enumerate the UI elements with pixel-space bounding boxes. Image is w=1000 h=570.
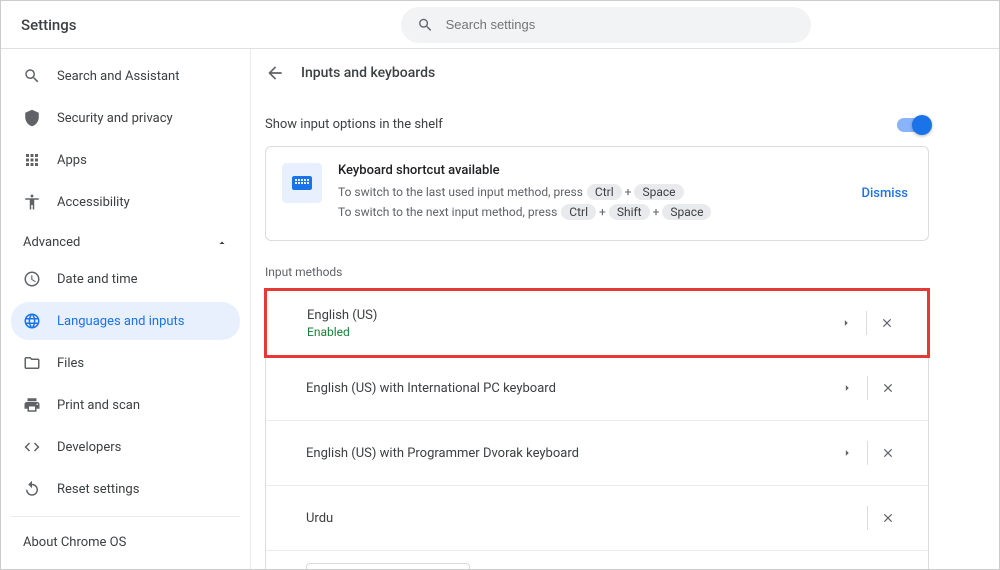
sidebar-item-accessibility[interactable]: Accessibility xyxy=(11,183,240,221)
expand-button[interactable] xyxy=(826,305,866,341)
keyboard-icon xyxy=(290,171,314,195)
sidebar-item-label: Search and Assistant xyxy=(57,69,180,84)
plus-icon: + xyxy=(599,205,606,219)
close-icon xyxy=(881,511,895,525)
sidebar-item-label: Languages and inputs xyxy=(57,314,185,329)
input-method-name: English (US) with Programmer Dvorak keyb… xyxy=(306,446,579,461)
expand-button[interactable] xyxy=(827,370,867,406)
sidebar-section-label: Advanced xyxy=(23,235,80,250)
sidebar-item-languages[interactable]: Languages and inputs xyxy=(11,302,240,340)
sidebar-item-security[interactable]: Security and privacy xyxy=(11,99,240,137)
close-icon xyxy=(880,316,894,330)
chevron-up-icon xyxy=(216,237,228,249)
input-method-item[interactable]: English (US) Enabled xyxy=(264,288,930,358)
magnify-icon xyxy=(23,67,41,85)
main: Inputs and keyboards Show input options … xyxy=(251,49,999,569)
card-line-1: To switch to the last used input method,… xyxy=(338,184,841,200)
dismiss-button[interactable]: Dismiss xyxy=(857,182,912,205)
card-title: Keyboard shortcut available xyxy=(338,163,841,178)
key-chip: Ctrl xyxy=(587,184,622,200)
page-header: Inputs and keyboards xyxy=(265,63,929,83)
sidebar-item-label: Files xyxy=(57,356,84,371)
sidebar-item-label: Date and time xyxy=(57,272,138,287)
setting-label: Show input options in the shelf xyxy=(265,117,443,132)
sidebar-item-developers[interactable]: Developers xyxy=(11,428,240,466)
sidebar-item-print[interactable]: Print and scan xyxy=(11,386,240,424)
expand-button[interactable] xyxy=(827,435,867,471)
apps-icon xyxy=(23,151,41,169)
sidebar-item-about[interactable]: About Chrome OS xyxy=(11,525,240,560)
chevron-right-icon xyxy=(839,316,853,330)
add-input-methods-button[interactable]: Add input methods xyxy=(306,563,470,569)
accessibility-icon xyxy=(23,193,41,211)
sidebar-item-label: Reset settings xyxy=(57,482,139,497)
key-chip: Ctrl xyxy=(561,204,596,220)
sidebar-item-label: Accessibility xyxy=(57,195,130,210)
input-method-item[interactable]: Urdu xyxy=(266,486,928,551)
add-methods-row: Add input methods xyxy=(266,551,928,569)
input-method-name: English (US) with International PC keybo… xyxy=(306,381,556,396)
globe-icon xyxy=(23,312,41,330)
sidebar-section-advanced[interactable]: Advanced xyxy=(11,225,240,260)
sidebar-item-search-assistant[interactable]: Search and Assistant xyxy=(11,57,240,95)
close-icon xyxy=(881,381,895,395)
input-method-item[interactable]: English (US) with International PC keybo… xyxy=(266,356,928,421)
sidebar-item-label: Print and scan xyxy=(57,398,140,413)
sidebar-item-date-time[interactable]: Date and time xyxy=(11,260,240,298)
header: Settings xyxy=(1,1,999,49)
card-line-text: To switch to the next input method, pres… xyxy=(338,205,557,219)
plus-icon: + xyxy=(653,205,660,219)
card-line-text: To switch to the last used input method,… xyxy=(338,185,583,199)
code-icon xyxy=(23,438,41,456)
input-actions xyxy=(827,435,908,471)
shield-icon xyxy=(23,109,41,127)
remove-button[interactable] xyxy=(868,435,908,471)
page-title: Inputs and keyboards xyxy=(301,65,435,81)
key-chip: Space xyxy=(634,184,683,200)
search-icon xyxy=(417,16,434,34)
search-input[interactable] xyxy=(446,17,795,32)
remove-button[interactable] xyxy=(868,370,908,406)
header-title: Settings xyxy=(21,16,401,34)
input-method-status: Enabled xyxy=(307,325,377,339)
input-actions xyxy=(826,305,907,341)
card-icon-wrap xyxy=(282,163,322,203)
print-icon xyxy=(23,396,41,414)
input-actions xyxy=(827,370,908,406)
chevron-right-icon xyxy=(840,446,854,460)
input-method-name: Urdu xyxy=(306,511,333,526)
input-method-name: English (US) xyxy=(307,308,377,323)
keyboard-shortcut-card: Keyboard shortcut available To switch to… xyxy=(265,146,929,241)
card-line-2: To switch to the next input method, pres… xyxy=(338,204,841,220)
sidebar-item-files[interactable]: Files xyxy=(11,344,240,382)
search-box[interactable] xyxy=(401,7,811,43)
input-methods-list: English (US) Enabled English (US) with I… xyxy=(265,289,929,569)
remove-button[interactable] xyxy=(868,500,908,536)
sidebar-item-label: About Chrome OS xyxy=(23,535,126,550)
sidebar: Search and Assistant Security and privac… xyxy=(1,49,251,569)
folder-icon xyxy=(23,354,41,372)
sidebar-item-label: Security and privacy xyxy=(57,111,173,126)
clock-icon xyxy=(23,270,41,288)
input-actions xyxy=(867,500,908,536)
reset-icon xyxy=(23,480,41,498)
sidebar-item-label: Apps xyxy=(57,153,87,168)
sidebar-item-reset[interactable]: Reset settings xyxy=(11,470,240,508)
back-arrow-icon[interactable] xyxy=(265,63,285,83)
card-body: Keyboard shortcut available To switch to… xyxy=(338,163,841,224)
key-chip: Shift xyxy=(609,204,650,220)
sidebar-item-apps[interactable]: Apps xyxy=(11,141,240,179)
toggle-input-options[interactable] xyxy=(897,118,929,132)
chevron-right-icon xyxy=(840,381,854,395)
input-method-item[interactable]: English (US) with Programmer Dvorak keyb… xyxy=(266,421,928,486)
section-title-input-methods: Input methods xyxy=(265,265,929,279)
sidebar-divider xyxy=(11,516,240,517)
setting-row-input-options: Show input options in the shelf xyxy=(265,103,929,146)
remove-button[interactable] xyxy=(867,305,907,341)
plus-icon: + xyxy=(625,185,632,199)
sidebar-item-label: Developers xyxy=(57,440,121,455)
key-chip: Space xyxy=(662,204,711,220)
close-icon xyxy=(881,446,895,460)
